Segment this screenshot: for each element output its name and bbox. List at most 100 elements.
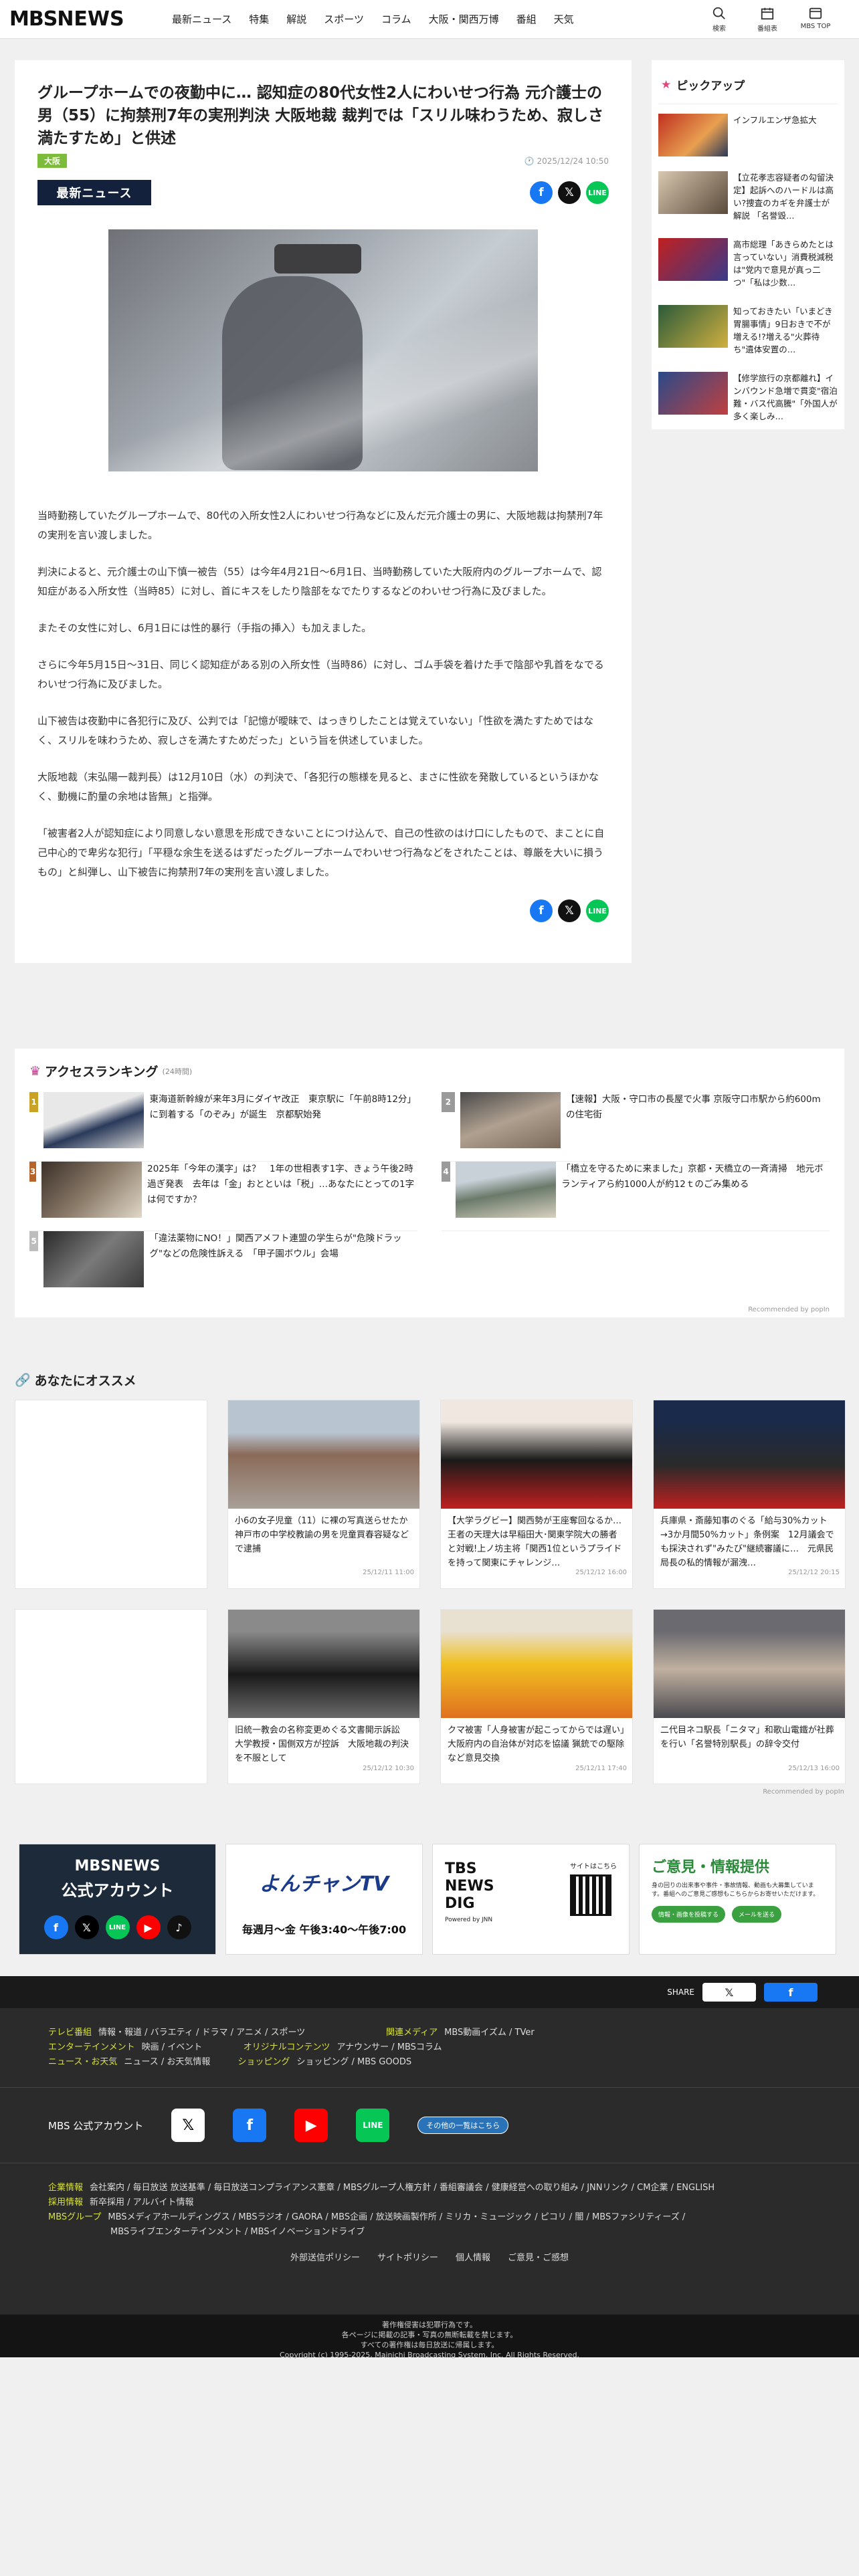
recommend-card[interactable]: 【大学ラグビー】関西勢が王座奪回なるか…王者の天理大は早稲田大･関東学院大の勝者… (440, 1400, 633, 1589)
recommend-card-date: 25/12/11 17:40 (575, 1765, 627, 1772)
line-icon: LINE (588, 188, 607, 197)
x-share-button[interactable]: 𝕏 (702, 1983, 756, 2002)
mbs-top-button[interactable]: MBS TOP (796, 6, 835, 33)
mbs-news-logo[interactable]: MBS NEWS (9, 5, 135, 34)
x-icon: 𝕏 (74, 1915, 99, 1939)
nav-link-column[interactable]: コラム (373, 12, 420, 26)
footer-links[interactable]: アナウンサー / MBSコラム (337, 2040, 442, 2055)
x-share-button[interactable]: 𝕏 (558, 899, 581, 922)
mbsnews-official-account-banner[interactable]: MBSNEWS 公式アカウント f 𝕏 LINE ▶ ♪ (19, 1844, 216, 1955)
recommend-card[interactable]: 小6の女子児童（11）に裸の写真送らせたか 神戸市の中学校教諭の男を児童買春容疑… (227, 1400, 420, 1589)
recommend-thumbnail (441, 1610, 632, 1718)
photo-window-glare (108, 229, 538, 471)
logo-news-text: NEWS (57, 7, 124, 31)
footer-links[interactable]: 新卒採用 / アルバイト情報 (90, 2195, 194, 2210)
recommend-card-text: 旧統一教会の名称変更めぐる文書開示訴訟 大学教授・国側双方が控訴 大阪地裁の判決… (235, 1725, 409, 1763)
recommend-card-placeholder[interactable] (15, 1609, 207, 1784)
calendar-icon (761, 7, 774, 19)
nav-link-programs[interactable]: 番組 (508, 12, 545, 26)
popin-credit[interactable]: Recommended by popIn (29, 1306, 830, 1313)
region-tag[interactable]: 大阪 (37, 154, 68, 168)
recommend-card[interactable]: 二代目ネコ駅長「ニタマ」和歌山電鐵が社葬を行い「名誉特別駅長」の辞令交付 25/… (653, 1609, 846, 1784)
send-mail-button[interactable]: メールを送る (732, 1906, 782, 1923)
footer-policy-links[interactable]: 外部送信ポリシー サイトポリシー 個人情報 ご意見・ご感想 (0, 2250, 859, 2263)
nav-link-feature[interactable]: 特集 (240, 12, 278, 26)
pickup-item[interactable]: 高市総理「あきらめたとは言っていない」消費税減税は"党内で意見が真っ二つ"「私は… (658, 238, 838, 305)
facebook-share-button[interactable]: f (530, 181, 553, 204)
footer-links[interactable]: 情報・報道 / バラエティ / ドラマ / アニメ / スポーツ (98, 2026, 386, 2040)
facebook-icon: f (539, 904, 544, 918)
footer-links[interactable]: MBS動画イズム / TVer (444, 2026, 535, 2040)
nav-link-sports[interactable]: スポーツ (315, 12, 373, 26)
footer-links[interactable]: ニュース / お天気情報 (124, 2055, 237, 2070)
footer-category[interactable]: テレビ番組 (48, 2026, 92, 2040)
rank-badge: 3 (29, 1162, 37, 1182)
pickup-item[interactable]: 【修学旅行の京都離れ】インバウンド急増で貫変"宿泊難・バス代高騰"「外国人が多く… (658, 372, 838, 439)
footer-category[interactable]: エンターテインメント (48, 2040, 135, 2055)
footer-links[interactable]: 映画 / イベント (142, 2040, 244, 2055)
recommend-card-text: 小6の女子児童（11）に裸の写真送らせたか 神戸市の中学校教諭の男を児童買春容疑… (235, 1516, 417, 1554)
recommend-card[interactable]: 旧統一教会の名称変更めぐる文書開示訴訟 大学教授・国側双方が控訴 大阪地裁の判決… (227, 1609, 420, 1784)
footer-category[interactable]: MBSグループ (48, 2210, 101, 2225)
share-buttons-top: f 𝕏 LINE (530, 181, 609, 204)
category-label[interactable]: 最新ニュース (37, 180, 151, 205)
ranking-item[interactable]: 2 【速報】大阪・守口市の長屋で火事 京阪守口市駅から約600mの住宅街 (442, 1092, 830, 1162)
nav-link-expo[interactable]: 大阪・関西万博 (420, 12, 508, 26)
footer-row: エンターテインメント 映画 / イベント オリジナルコンテンツ アナウンサー /… (0, 2040, 859, 2055)
footer-category[interactable]: ニュース・お天気 (48, 2055, 117, 2070)
feedback-banner[interactable]: ご意見・情報提供 身の回りの出来事や事件・事故情報、動画も大募集しています。番組… (639, 1844, 836, 1955)
copyright-line: すべての著作権は毎日放送に帰属します。 (360, 2341, 499, 2349)
ranking-item[interactable]: 4 「橋立を守るために来ました」京都・天橋立の一斉清掃 地元ボランティアら約10… (442, 1162, 830, 1231)
recommend-card[interactable]: クマ被害「人身被害が起こってからでは遅い」大阪府内の自治体が対応を協議 猟銃での… (440, 1609, 633, 1784)
ranking-thumbnail (456, 1162, 557, 1218)
line-account-button[interactable]: LINE (356, 2109, 390, 2142)
ranking-item[interactable]: 1 東海道新幹線が来年3月にダイヤ改正 東京駅に「午前8時12分」に到着する「の… (29, 1092, 417, 1162)
footer-category[interactable]: オリジナルコンテンツ (244, 2040, 330, 2055)
article-paragraph: 「被害者2人が認知症により同意しない意思を形成できないことにつけ込んで、自己の性… (37, 827, 605, 878)
logo-mbs-text: MBS (9, 7, 58, 31)
all-accounts-button[interactable]: その他の一覧はこちら (417, 2117, 509, 2134)
popin-credit[interactable]: Recommended by popIn (15, 1788, 844, 1796)
facebook-account-button[interactable]: f (233, 2109, 267, 2142)
facebook-share-button[interactable]: f (530, 899, 553, 922)
facebook-share-button[interactable]: f (764, 1983, 818, 2002)
footer-links[interactable]: ショッピング / MBS GOODS (296, 2055, 411, 2070)
footer-category[interactable]: ショッピング (237, 2055, 290, 2070)
recommend-card[interactable]: 兵庫県・斎藤知事のぐる「給与30%カット→3か月間50%カット」条例案 12月議… (653, 1400, 846, 1589)
pickup-item-text: 高市総理「あきらめたとは言っていない」消費税減税は"党内で意見が真っ二つ"「私は… (733, 239, 834, 288)
nav-link-weather[interactable]: 天気 (545, 12, 583, 26)
pickup-item[interactable]: 【立花孝志容疑者の勾留決定】起訴へのハードルは高い?捜査のカギを弁護士が解説 「… (658, 171, 838, 238)
recommend-card-placeholder[interactable] (15, 1400, 207, 1589)
program-guide-button[interactable]: 番組表 (748, 6, 787, 33)
pickup-item[interactable]: 知っておきたい「いまどき胃腸事情」9日おきで不が増える!?増える"火葬待ち"遺体… (658, 305, 838, 372)
footer-row: ニュース・お天気 ニュース / お天気情報 ショッピング ショッピング / MB… (0, 2055, 859, 2070)
nav-link-explain[interactable]: 解説 (278, 12, 315, 26)
footer-links[interactable]: MBSライブエンターテインメント / MBSイノベーションドライブ (110, 2225, 365, 2240)
banner-subtitle: 身の回りの出来事や事件・事故情報、動画も大募集しています。番組へのご意見ご感想も… (652, 1883, 820, 1898)
line-share-button[interactable]: LINE (586, 899, 609, 922)
submit-info-button[interactable]: 情報・画像を投稿する (652, 1906, 726, 1923)
pickup-item[interactable]: インフルエンザ急拡大 (658, 114, 838, 171)
x-account-button[interactable]: 𝕏 (171, 2109, 205, 2142)
ranking-item[interactable]: 5 「違法薬物にNO！」関西アメフト連盟の学生らが"危険ドラッグ"などの危険性訴… (29, 1231, 417, 1301)
nav-link-latest[interactable]: 最新ニュース (163, 12, 240, 26)
yonchan-tv-banner[interactable]: よんチャンTV 毎週月～金 午後3:40～午後7:00 (225, 1844, 423, 1955)
footer-category[interactable]: 企業情報 (48, 2181, 83, 2195)
banner-title: よんチャンTV (259, 1872, 389, 1896)
ranking-title: アクセスランキング (45, 1065, 159, 1079)
search-button[interactable]: 検索 (700, 6, 739, 33)
youtube-account-button[interactable]: ▶ (294, 2109, 328, 2142)
ranking-item[interactable]: 3 2025年「今年の漢字」は？ 1年の世相表す1字、きょう午後2時過ぎ発表 去… (29, 1162, 417, 1231)
article-paragraph: 大阪地裁（末弘陽一裁判長）は12月10日（水）の判決で、「各犯行の態様を見ると、… (37, 771, 599, 802)
footer-category[interactable]: 関連メディア (386, 2026, 438, 2040)
x-icon: 𝕏 (565, 904, 574, 918)
facebook-icon: f (246, 2117, 254, 2134)
tbs-news-dig-banner[interactable]: TBS NEWS DIG Powered by JNN サイトはこちら (432, 1844, 630, 1955)
footer-links[interactable]: 会社案内 / 毎日放送 放送基準 / 毎日放送コンプライアンス憲章 / MBSグ… (90, 2181, 714, 2195)
x-icon: 𝕏 (725, 1985, 734, 1999)
x-share-button[interactable]: 𝕏 (558, 181, 581, 204)
footer-category[interactable]: 採用情報 (48, 2195, 83, 2210)
line-icon: LINE (588, 906, 607, 916)
line-share-button[interactable]: LINE (586, 181, 609, 204)
footer-links[interactable]: MBSメディアホールディングス / MBSラジオ / GAORA / MBS企画… (108, 2210, 685, 2225)
